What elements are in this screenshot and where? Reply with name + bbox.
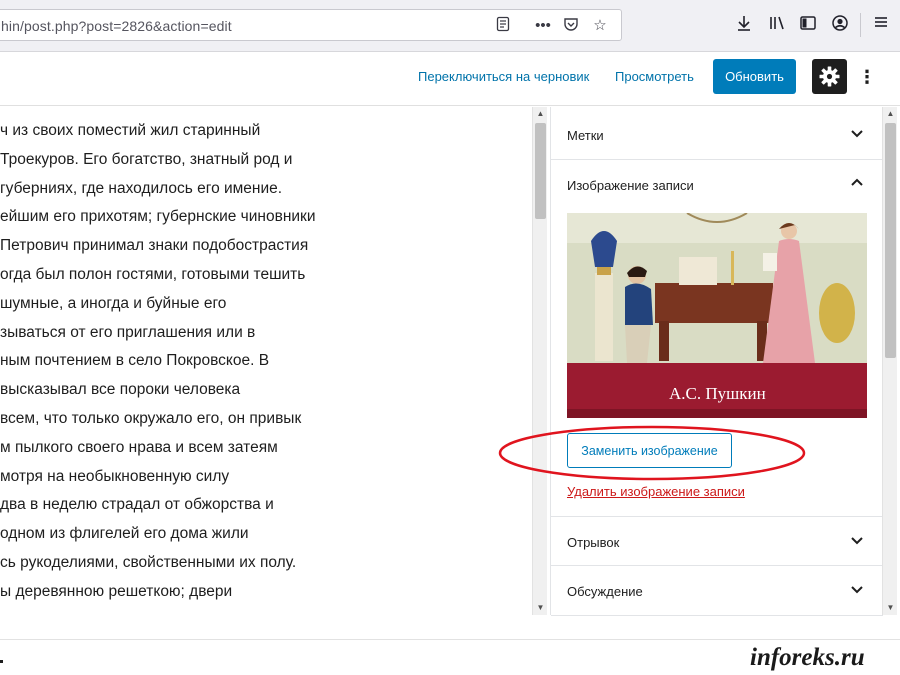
content-scrollbar[interactable]: ▲ ▼ (532, 107, 547, 615)
scroll-down-arrow[interactable]: ▼ (883, 601, 898, 615)
browser-toolbar: hin/post.php?post=2826&action=edit ••• ☆ (0, 0, 900, 52)
remove-featured-image-link[interactable]: Удалить изображение записи (567, 484, 745, 499)
chevron-up-icon[interactable] (847, 173, 867, 193)
preview-button[interactable]: Просмотреть (615, 69, 694, 84)
chevron-down-icon[interactable] (847, 579, 867, 599)
content-line: всем, что только окружало его, он привык (0, 410, 302, 427)
post-content[interactable]: ч из своих поместий жил старинный Троеку… (0, 107, 532, 615)
scroll-up-arrow[interactable]: ▲ (883, 107, 898, 121)
content-line: ч из своих поместий жил старинный (0, 122, 261, 139)
featured-image-panel-toggle[interactable]: Изображение записи (551, 160, 883, 210)
sidebar-scrollbar[interactable]: ▲ ▼ (882, 107, 897, 615)
url-text[interactable]: hin/post.php?post=2826&action=edit (1, 18, 232, 34)
content-line: ы деревянною решеткою; двери (0, 583, 233, 600)
gear-icon[interactable] (812, 59, 847, 94)
bookmark-star-icon[interactable]: ☆ (590, 16, 610, 36)
scroll-thumb[interactable] (885, 123, 896, 358)
update-button[interactable]: Обновить (713, 59, 796, 94)
settings-sidebar: Метки Изображение записи А.С. Пушкин Зам… (550, 107, 883, 616)
download-icon[interactable] (733, 14, 755, 36)
more-actions-icon[interactable]: ••• (533, 16, 553, 36)
chevron-down-icon[interactable] (847, 123, 867, 143)
account-icon[interactable] (829, 14, 851, 36)
switch-to-draft-button[interactable]: Переключиться на черновик (418, 69, 589, 84)
pocket-icon[interactable] (561, 16, 581, 36)
featured-image[interactable]: А.С. Пушкин (567, 213, 867, 418)
sidebar-icon[interactable] (797, 14, 819, 36)
menu-icon[interactable] (870, 14, 892, 36)
chevron-down-icon[interactable] (847, 530, 867, 550)
tags-panel-toggle[interactable]: Метки (551, 110, 883, 160)
content-line: высказывал все пороки человека (0, 381, 241, 398)
excerpt-panel-title: Отрывок (567, 535, 620, 550)
reader-view-icon[interactable] (493, 16, 513, 36)
discussion-panel-title: Обсуждение (567, 584, 643, 599)
vertical-ellipsis-icon[interactable]: ⋮ (858, 63, 876, 91)
excerpt-panel-toggle[interactable]: Отрывок (551, 516, 883, 566)
editor-header: Переключиться на черновик Просмотреть Об… (0, 52, 900, 106)
content-line: м пылкого своего нрава и всем затеям (0, 439, 278, 456)
content-line: огда был полон гостями, готовыми тешить (0, 266, 306, 283)
content-line: Петрович принимал знаки подобострастия (0, 237, 309, 254)
content-line: шумные, а иногда и буйные его (0, 295, 227, 312)
content-line: губерниях, где находилось его имение. (0, 180, 283, 197)
cursor-dot (0, 660, 3, 663)
tags-panel-title: Метки (567, 128, 604, 143)
url-bar[interactable]: hin/post.php?post=2826&action=edit ••• ☆ (0, 9, 622, 41)
content-line: ным почтением в село Покровское. В (0, 352, 270, 369)
content-line: сь рукоделиями, свойственными их полу. (0, 554, 297, 571)
featured-image-panel-title: Изображение записи (567, 178, 694, 193)
content-line: мотря на необыкновенную силу (0, 468, 230, 485)
discussion-panel-toggle[interactable]: Обсуждение (551, 566, 883, 616)
library-icon[interactable] (766, 14, 788, 36)
content-line: одном из флигелей его дома жили (0, 525, 249, 542)
scroll-up-arrow[interactable]: ▲ (533, 107, 548, 121)
content-line: зываться от его приглашения или в (0, 324, 256, 341)
content-line: Троекуров. Его богатство, знатный род и (0, 151, 293, 168)
watermark: inforeks.ru (750, 644, 865, 671)
book-cover-title: А.С. Пушкин (669, 384, 766, 403)
scroll-thumb[interactable] (535, 123, 546, 219)
bottom-divider (0, 639, 900, 640)
content-line: ейшим его прихотям; губернские чиновники (0, 208, 316, 225)
annotation-highlight-oval (498, 425, 806, 481)
scroll-down-arrow[interactable]: ▼ (533, 601, 548, 615)
content-line: два в неделю страдал от обжорства и (0, 496, 274, 513)
toolbar-separator (860, 13, 861, 37)
